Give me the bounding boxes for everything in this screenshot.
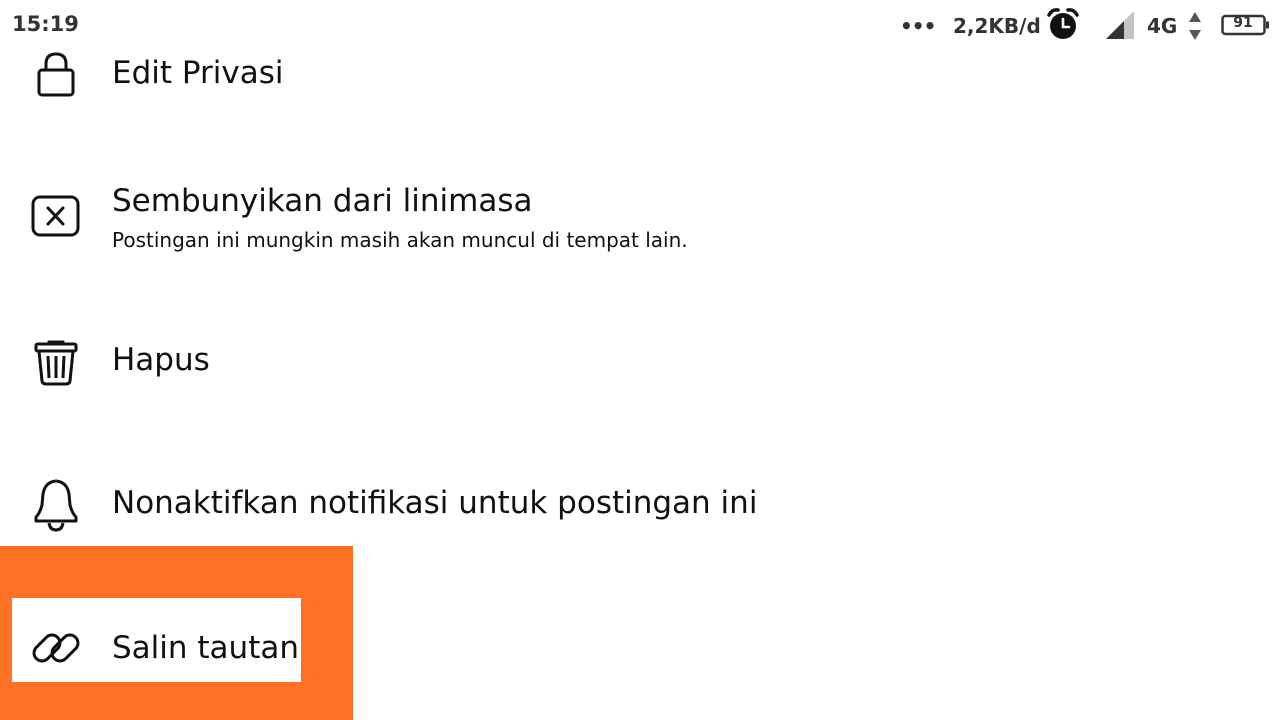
menu-item-label: Sembunyikan dari linimasa bbox=[112, 183, 533, 219]
data-arrows-icon bbox=[1187, 10, 1203, 42]
lock-icon bbox=[28, 46, 84, 102]
menu-item-turn-off-notifications[interactable]: Nonaktifkan notifikasi untuk postingan i… bbox=[0, 464, 1280, 544]
menu-item-delete[interactable]: Hapus bbox=[0, 320, 1280, 400]
signal-icon bbox=[1104, 9, 1138, 41]
menu-item-subtitle: Postingan ini mungkin masih akan muncul … bbox=[112, 228, 688, 252]
menu-item-label: Hapus bbox=[112, 342, 210, 378]
bell-icon bbox=[28, 477, 84, 533]
status-time: 15:19 bbox=[12, 12, 79, 36]
menu-item-label: Salin tautan bbox=[112, 630, 299, 666]
close-box-icon bbox=[28, 188, 84, 244]
menu-item-edit-privacy[interactable]: Edit Privasi bbox=[0, 40, 1280, 120]
link-icon bbox=[28, 620, 84, 676]
battery-icon: 91 bbox=[1221, 13, 1271, 37]
battery-level: 91 bbox=[1233, 15, 1253, 31]
menu-item-copy-link[interactable]: Salin tautan bbox=[0, 608, 300, 688]
trash-icon bbox=[28, 333, 84, 389]
menu-item-label: Nonaktifkan notifikasi untuk postingan i… bbox=[112, 485, 758, 521]
alarm-icon bbox=[1045, 6, 1081, 42]
menu-item-hide-from-timeline[interactable]: Sembunyikan dari linimasa Postingan ini … bbox=[0, 170, 1280, 270]
menu-item-label: Edit Privasi bbox=[112, 55, 284, 91]
